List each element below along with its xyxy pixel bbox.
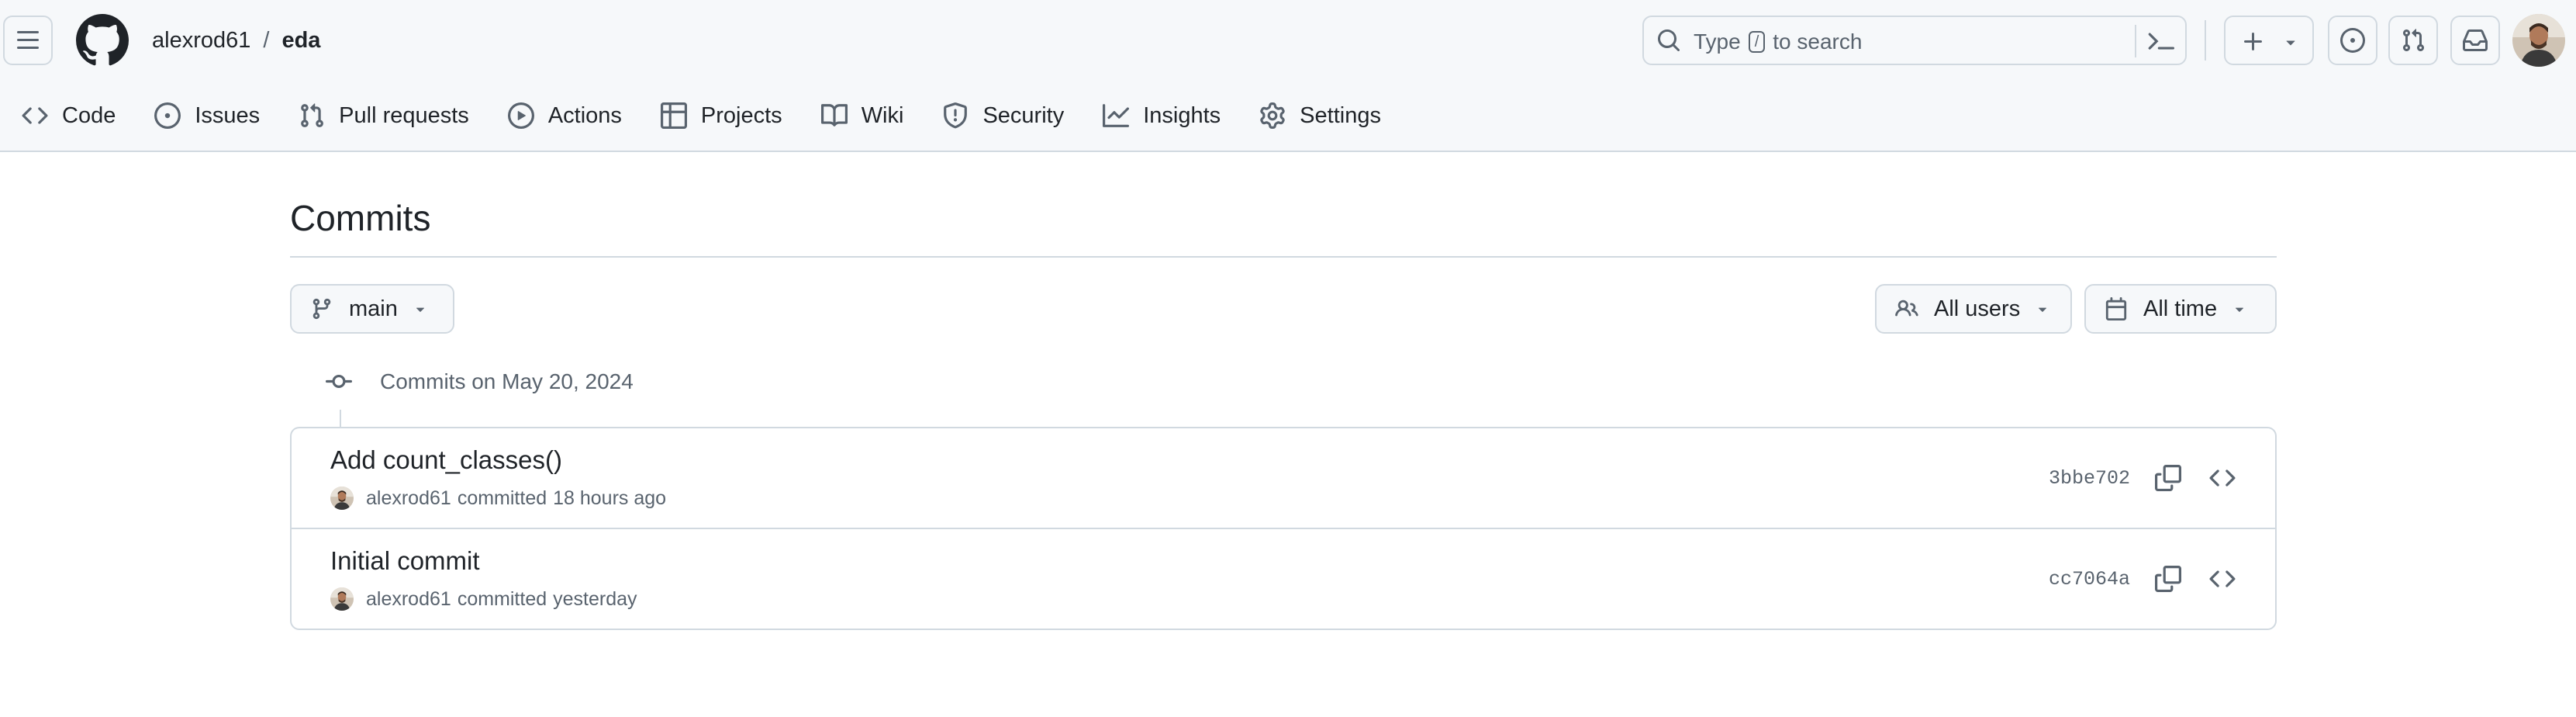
- search-placeholder-prefix: Type: [1694, 29, 1741, 54]
- tab-projects-label: Projects: [700, 102, 782, 128]
- copy-icon: [2155, 465, 2181, 491]
- commit-row: Add count_classes() alexrod61 committed …: [292, 428, 2275, 529]
- tab-code-label: Code: [62, 102, 116, 128]
- tab-insights-label: Insights: [1143, 102, 1221, 128]
- command-palette-icon[interactable]: [2148, 28, 2174, 54]
- search-shortcut-key: /: [1748, 31, 1766, 53]
- pull-requests-shortcut-button[interactable]: [2388, 16, 2438, 65]
- breadcrumb: alexrod61 / eda: [152, 25, 320, 56]
- menu-icon: [17, 31, 39, 49]
- commit-author-link[interactable]: alexrod61: [366, 487, 451, 510]
- repo-owner-link[interactable]: alexrod61: [152, 28, 250, 54]
- tab-settings[interactable]: Settings: [1250, 91, 1390, 140]
- search-input[interactable]: Type / to search: [1642, 16, 2187, 65]
- timeline-line: [340, 410, 341, 428]
- tab-wiki-label: Wiki: [861, 102, 904, 128]
- plus-icon: [2244, 33, 2262, 50]
- repo-nav: Code Issues Pull requests Actions Projec…: [0, 81, 2576, 151]
- code-icon: [2209, 469, 2236, 487]
- tab-projects[interactable]: Projects: [651, 91, 792, 140]
- commit-list: Add count_classes() alexrod61 committed …: [290, 427, 2277, 630]
- gear-icon: [1260, 102, 1285, 129]
- commit-action: committed: [457, 487, 547, 509]
- code-icon: [22, 107, 48, 124]
- commit-group-header: Commits on May 20, 2024: [326, 365, 634, 399]
- tab-pull-requests-label: Pull requests: [339, 102, 469, 128]
- users-filter-button[interactable]: All users: [1875, 284, 2072, 334]
- tab-issues[interactable]: Issues: [145, 91, 269, 140]
- header-divider: [2205, 20, 2206, 61]
- tab-pull-requests[interactable]: Pull requests: [289, 91, 478, 140]
- commit-sha-link[interactable]: 3bbe702: [2049, 467, 2130, 490]
- people-icon: [1895, 300, 1918, 317]
- git-pull-request-icon: [301, 103, 324, 127]
- repo-name-link[interactable]: eda: [281, 28, 320, 54]
- title-divider: [290, 256, 2277, 258]
- triangle-down-icon: [416, 307, 424, 312]
- commit-message-link[interactable]: Initial commit: [330, 546, 480, 576]
- book-icon: [820, 104, 848, 126]
- table-icon: [660, 102, 687, 129]
- git-pull-request-icon: [2402, 29, 2425, 52]
- commit-author-link[interactable]: alexrod61: [366, 588, 451, 611]
- tab-security[interactable]: Security: [933, 91, 1073, 140]
- tab-actions-label: Actions: [547, 102, 622, 128]
- time-filter-label: All time: [2143, 296, 2218, 321]
- search-placeholder: Type / to search: [1694, 29, 1862, 54]
- tab-settings-label: Settings: [1300, 102, 1381, 128]
- tab-issues-label: Issues: [195, 102, 261, 128]
- top-bar: alexrod61 / eda Type / to search: [0, 0, 2576, 81]
- browse-repo-button[interactable]: [2207, 563, 2238, 594]
- avatar[interactable]: [330, 487, 354, 510]
- commit-action: committed: [457, 587, 547, 610]
- issues-shortcut-button[interactable]: [2328, 16, 2377, 65]
- commit-time: yesterday: [553, 587, 637, 610]
- copy-sha-button[interactable]: [2153, 563, 2184, 594]
- commit-row: Initial commit alexrod61 committed yeste…: [292, 529, 2275, 630]
- copy-icon: [2155, 566, 2181, 592]
- calendar-icon: [2105, 297, 2127, 320]
- github-logo-icon[interactable]: [76, 14, 129, 67]
- triangle-down-icon: [2286, 40, 2295, 46]
- branch-name: main: [349, 296, 398, 321]
- issue-opened-icon: [2340, 28, 2365, 53]
- tab-wiki[interactable]: Wiki: [812, 91, 913, 140]
- page-title: Commits: [290, 198, 431, 238]
- time-filter-button[interactable]: All time: [2084, 284, 2277, 334]
- search-divider: [2135, 25, 2136, 57]
- commit-time: 18 hours ago: [553, 487, 667, 509]
- tab-security-label: Security: [982, 102, 1065, 128]
- issue-opened-icon: [154, 102, 181, 129]
- commit-sha-link[interactable]: cc7064a: [2049, 568, 2130, 591]
- menu-button[interactable]: [3, 16, 53, 65]
- play-icon: [507, 102, 534, 129]
- users-filter-label: All users: [1934, 296, 2021, 321]
- app-header: alexrod61 / eda Type / to search Code Is…: [0, 0, 2576, 152]
- git-commit-icon: [326, 374, 352, 388]
- triangle-down-icon: [2039, 307, 2047, 312]
- tab-insights[interactable]: Insights: [1093, 91, 1230, 140]
- tab-actions[interactable]: Actions: [499, 91, 631, 140]
- triangle-down-icon: [2236, 307, 2244, 312]
- search-icon: [1658, 29, 1680, 52]
- commit-group-date: Commits on May 20, 2024: [380, 369, 634, 393]
- copy-sha-button[interactable]: [2153, 462, 2184, 494]
- branch-selector-button[interactable]: main: [290, 284, 454, 334]
- avatar[interactable]: [330, 587, 354, 611]
- git-branch-icon: [313, 298, 331, 320]
- browse-repo-button[interactable]: [2207, 462, 2238, 494]
- inbox-icon: [2463, 29, 2488, 51]
- search-placeholder-suffix: to search: [1773, 29, 1863, 54]
- commit-message-link[interactable]: Add count_classes(): [330, 445, 562, 475]
- graph-icon: [1103, 104, 1130, 127]
- inbox-button[interactable]: [2450, 16, 2500, 65]
- commit-meta: alexrod61 committed yesterday: [330, 585, 637, 613]
- create-new-button[interactable]: [2224, 16, 2314, 65]
- tab-code[interactable]: Code: [12, 91, 125, 140]
- breadcrumb-separator: /: [263, 27, 270, 53]
- code-icon: [2209, 570, 2236, 587]
- commit-meta: alexrod61 committed 18 hours ago: [330, 484, 666, 512]
- user-avatar[interactable]: [2512, 14, 2565, 67]
- shield-icon: [944, 102, 968, 129]
